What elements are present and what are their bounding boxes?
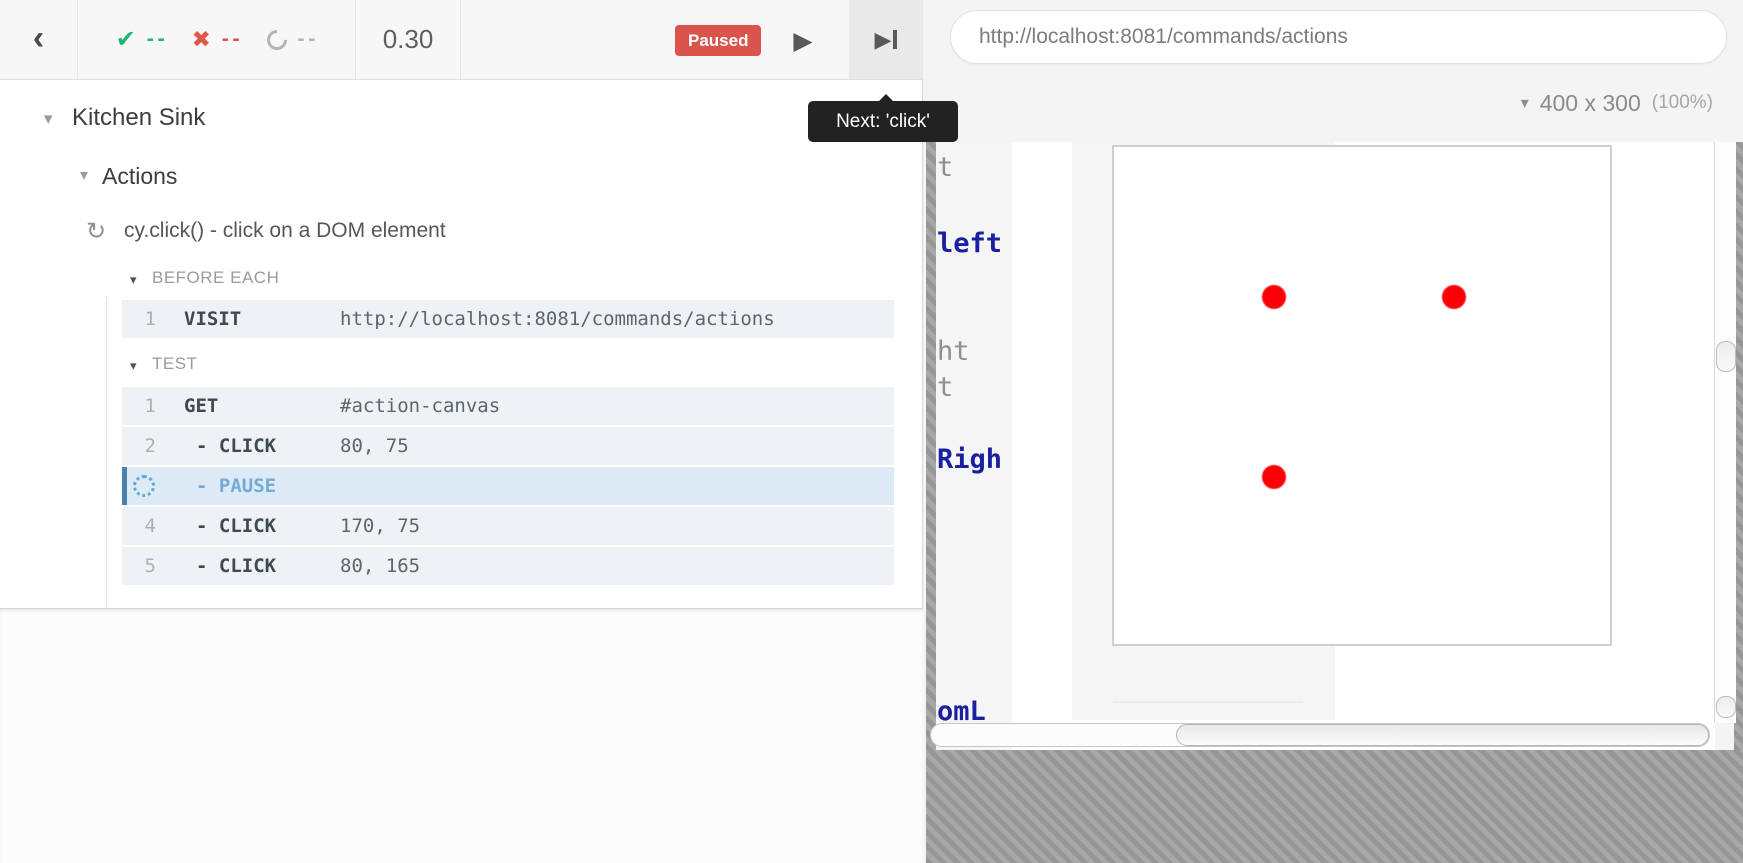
clipped-code-text: ht — [937, 336, 970, 367]
back-button[interactable]: ‹ — [0, 0, 78, 79]
vertical-scrollbar[interactable] — [1714, 142, 1736, 723]
suite-kitchen-sink[interactable]: Kitchen Sink — [72, 104, 205, 132]
hook-indent-guide — [106, 296, 107, 608]
clipped-code-text: left — [937, 228, 1002, 259]
click-dot — [1442, 285, 1466, 309]
hook-before-each-label[interactable]: BEFORE EACH — [152, 268, 279, 288]
page-divider-line — [1113, 701, 1303, 703]
command-row-click[interactable]: 5 - CLICK 80, 165 — [122, 547, 894, 585]
aut-border-left — [926, 142, 936, 750]
test-command-list: 1GET#action-canvas2- CLICK80, 75- PAUSE4… — [122, 387, 894, 587]
tooltip-text: Next: 'click' — [836, 111, 930, 133]
step-forward-icon: ▶ — [875, 27, 892, 53]
failed-x-icon: ✖ — [192, 26, 211, 53]
test-running-loop-icon: ↻ — [86, 217, 106, 246]
before-each-command-list: 1 VISIT http://localhost:8081/commands/act… — [122, 300, 894, 340]
chevron-down-icon[interactable]: ▾ — [80, 168, 88, 184]
next-step-tooltip: Next: 'click' — [808, 101, 958, 142]
cypress-test-runner: ‹ ✔ -- ✖ -- -- 0.30 Paused ▶ ▶ ▾ — [0, 0, 1743, 863]
passed-check-icon: ✔ — [116, 25, 136, 54]
click-dot — [1262, 465, 1286, 489]
failed-count: -- — [220, 29, 242, 50]
pending-circle-icon — [262, 25, 290, 53]
suite-actions[interactable]: Actions — [102, 163, 177, 190]
command-row-click[interactable]: 4 - CLICK 170, 75 — [122, 507, 894, 545]
clipped-code-text: t — [937, 372, 953, 403]
command-number: 2 — [122, 427, 156, 465]
test-timer: 0.30 — [356, 0, 461, 79]
chevron-down-icon: ▾ — [1521, 93, 1529, 113]
command-number: 4 — [122, 507, 156, 545]
command-row-pause[interactable]: - PAUSE — [122, 467, 894, 505]
step-forward-bar-icon — [893, 30, 897, 49]
chevron-down-icon[interactable]: ▾ — [44, 110, 53, 127]
command-message: 80, 165 — [340, 547, 420, 585]
command-number: 1 — [122, 387, 156, 425]
aut-container: tlefthttRighomL — [926, 142, 1743, 863]
test-title[interactable]: cy.click() - click on a DOM element — [124, 219, 446, 243]
url-bar[interactable]: http://localhost:8081/commands/actions — [950, 10, 1727, 64]
pending-count: -- — [296, 29, 318, 50]
timer-value: 0.30 — [383, 24, 434, 55]
reporter-panel: ‹ ✔ -- ✖ -- -- 0.30 Paused ▶ ▶ ▾ — [0, 0, 923, 863]
command-number: 1 — [122, 300, 156, 338]
aut-iframe[interactable]: tlefthttRighomL — [936, 142, 1715, 750]
vertical-scrollbar-end-cap[interactable] — [1716, 696, 1736, 718]
chevron-down-icon[interactable]: ▾ — [130, 273, 137, 286]
viewport-zoom: (100%) — [1652, 92, 1713, 114]
play-icon: ▶ — [793, 26, 812, 56]
reporter-footer — [0, 608, 923, 863]
click-dot — [1262, 285, 1286, 309]
horizontal-scrollbar-thumb[interactable] — [1176, 724, 1709, 746]
back-chevron-icon: ‹ — [33, 21, 44, 55]
command-row-visit[interactable]: 1 VISIT http://localhost:8081/commands/act… — [122, 300, 894, 338]
command-message: 80, 75 — [340, 427, 409, 465]
aut-panel: http://localhost:8081/commands/actions ▾… — [923, 0, 1743, 863]
command-message: 170, 75 — [340, 507, 420, 545]
action-canvas[interactable] — [1112, 145, 1612, 646]
command-method: GET — [184, 387, 218, 425]
command-message: #action-canvas — [340, 387, 500, 425]
command-method: - CLICK — [196, 547, 276, 585]
command-method: - CLICK — [196, 427, 276, 465]
aut-border-bottom — [926, 750, 1743, 863]
next-step-button[interactable]: ▶ — [849, 0, 923, 79]
viewport-selector[interactable]: ▾ 400 x 300 (100%) — [1521, 88, 1713, 118]
chevron-down-icon[interactable]: ▾ — [130, 359, 137, 372]
resume-button[interactable]: ▶ — [786, 24, 820, 58]
clipped-code-text: Righ — [937, 444, 1002, 475]
clipped-code-text: t — [937, 152, 953, 183]
hook-test-label[interactable]: TEST — [152, 354, 197, 374]
command-row-get[interactable]: 1 GET #action-canvas — [122, 387, 894, 425]
command-number: 5 — [122, 547, 156, 585]
command-row-click[interactable]: 2 - CLICK 80, 75 — [122, 427, 894, 465]
test-stats: ✔ -- ✖ -- -- — [78, 0, 356, 79]
viewport-size: 400 x 300 — [1540, 90, 1641, 117]
reporter-toolbar: ‹ ✔ -- ✖ -- -- 0.30 Paused ▶ ▶ — [0, 0, 923, 80]
paused-badge: Paused — [675, 25, 761, 56]
pause-spinner-icon — [133, 475, 155, 497]
passed-count: -- — [145, 29, 167, 50]
command-method: - CLICK — [196, 507, 276, 545]
command-method: VISIT — [184, 300, 241, 338]
command-method: - PAUSE — [196, 467, 276, 505]
command-message: http://localhost:8081/commands/actions — [340, 300, 775, 338]
url-text: http://localhost:8081/commands/actions — [951, 11, 1726, 63]
horizontal-scrollbar[interactable] — [930, 723, 1710, 747]
vertical-scrollbar-thumb[interactable] — [1716, 341, 1736, 372]
